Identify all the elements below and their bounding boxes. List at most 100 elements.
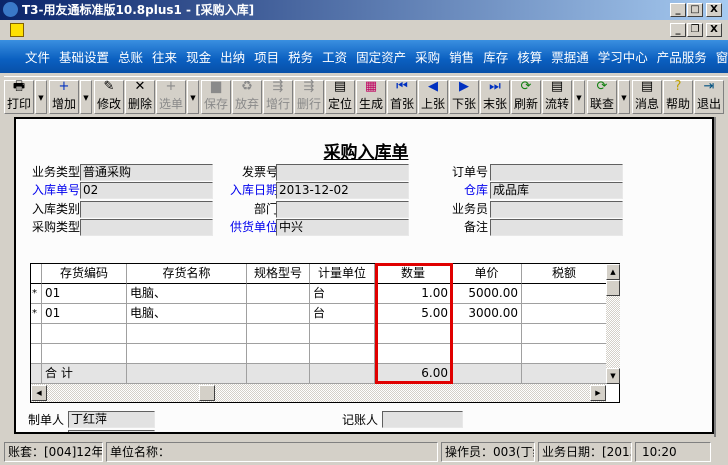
column-header[interactable]: 计量单位 [310, 264, 375, 284]
vertical-scrollbar[interactable]: ▲ ▼ [606, 264, 620, 384]
bookkeeper-field[interactable] [382, 411, 463, 428]
toolbar-button-11[interactable]: ⏮ 首张 [387, 79, 417, 114]
child-close-button[interactable]: X [706, 23, 722, 37]
menu-item-14[interactable]: 票据通 [551, 47, 589, 66]
menu-item-1[interactable]: 基础设置 [59, 47, 109, 66]
receipt-date-field[interactable]: 2013-12-02 [276, 182, 409, 199]
grid-cell[interactable] [522, 324, 607, 344]
receipt-cat-field[interactable] [80, 201, 213, 218]
grid-cell[interactable] [452, 344, 522, 364]
scroll-down-icon[interactable]: ▼ [606, 368, 620, 384]
scroll-up-icon[interactable]: ▲ [606, 264, 620, 280]
toolbar-button-12[interactable]: ◀ 上张 [418, 79, 448, 114]
total-cell[interactable] [522, 364, 607, 384]
row-marker[interactable] [31, 364, 42, 384]
grid-cell[interactable]: 01 [42, 304, 127, 324]
menu-item-2[interactable]: 总账 [118, 47, 143, 66]
menu-item-13[interactable]: 核算 [517, 47, 542, 66]
scroll-right-icon[interactable]: ▶ [590, 385, 606, 401]
grid-cell[interactable] [127, 344, 247, 364]
menu-item-10[interactable]: 采购 [415, 47, 440, 66]
items-grid[interactable]: 存货编码 存货名称 规格型号 计量单位 数量 单价 税额 * 01 电脑、台 1.00 5000.00… [30, 263, 620, 403]
menu-item-9[interactable]: 固定资产 [356, 47, 406, 66]
column-header[interactable]: 单价 [452, 264, 522, 284]
maximize-button[interactable]: □ [687, 3, 703, 17]
receipt-no-field[interactable]: 02 [80, 182, 213, 199]
document-icon[interactable] [10, 23, 24, 37]
vertical-scroll-thumb[interactable] [606, 280, 620, 296]
row-marker[interactable] [31, 324, 42, 344]
grid-cell[interactable] [247, 284, 310, 304]
dept-field[interactable] [276, 201, 409, 218]
dropdown-arrow-icon[interactable]: ▼ [80, 80, 92, 114]
grid-cell[interactable] [42, 344, 127, 364]
toolbar-button-4[interactable]: + 选单 [156, 79, 186, 114]
grid-cell[interactable] [522, 284, 607, 304]
menu-item-16[interactable]: 产品服务 [657, 47, 707, 66]
grid-cell[interactable] [522, 344, 607, 364]
column-header[interactable]: 规格型号 [247, 264, 310, 284]
grid-cell[interactable]: 电脑、 [127, 304, 247, 324]
menu-item-5[interactable]: 出纳 [220, 47, 245, 66]
total-cell[interactable] [247, 364, 310, 384]
grid-cell[interactable]: 电脑、 [127, 284, 247, 304]
grid-cell[interactable]: 台 [310, 284, 375, 304]
grid-cell[interactable] [310, 324, 375, 344]
biz-type-field[interactable]: 普通采购 [80, 164, 213, 181]
horizontal-scroll-thumb[interactable] [199, 385, 215, 401]
toolbar-button-14[interactable]: ⏭ 末张 [480, 79, 510, 114]
toolbar-button-10[interactable]: ▦ 生成 [356, 79, 386, 114]
dropdown-arrow-icon[interactable]: ▼ [187, 80, 199, 114]
grid-cell[interactable]: 5000.00 [452, 284, 522, 304]
menu-item-11[interactable]: 销售 [449, 47, 474, 66]
minimize-button[interactable]: _ [670, 3, 686, 17]
toolbar-button-2[interactable]: ✎ 修改 [94, 79, 124, 114]
toolbar-button-7[interactable]: ⇶ 增行 [263, 79, 293, 114]
grid-cell[interactable] [247, 304, 310, 324]
remark-field[interactable] [490, 219, 623, 236]
column-header[interactable]: 存货编码 [42, 264, 127, 284]
toolbar-button-1[interactable]: + 增加 [49, 79, 79, 114]
grid-cell[interactable] [42, 324, 127, 344]
order-no-field[interactable] [490, 164, 623, 181]
total-cell[interactable] [452, 364, 522, 384]
grid-cell[interactable]: 台 [310, 304, 375, 324]
toolbar-button-19[interactable]: ? 帮助 [663, 79, 693, 114]
menu-item-3[interactable]: 往来 [152, 47, 177, 66]
grid-cell[interactable]: 01 [42, 284, 127, 304]
menu-item-12[interactable]: 库存 [483, 47, 508, 66]
toolbar-button-9[interactable]: ▤ 定位 [325, 79, 355, 114]
menu-item-4[interactable]: 现金 [186, 47, 211, 66]
toolbar-button-20[interactable]: ⇥ 退出 [694, 79, 724, 114]
column-header[interactable]: 税额 [522, 264, 607, 284]
total-cell[interactable] [310, 364, 375, 384]
grid-cell[interactable] [127, 324, 247, 344]
supplier-field[interactable]: 中兴 [276, 219, 409, 236]
close-button[interactable]: X [706, 3, 722, 17]
grid-cell[interactable]: 3000.00 [452, 304, 522, 324]
total-cell[interactable] [127, 364, 247, 384]
grid-cell[interactable] [452, 324, 522, 344]
horizontal-scrollbar[interactable]: ◀ ▶ [31, 384, 606, 402]
warehouse-field[interactable]: 成品库 [490, 182, 623, 199]
menu-item-17[interactable]: 窗口 [716, 47, 728, 66]
child-minimize-button[interactable]: _ [670, 23, 686, 37]
grid-cell[interactable] [310, 344, 375, 364]
menu-item-15[interactable]: 学习中心 [598, 47, 648, 66]
dropdown-arrow-icon[interactable]: ▼ [35, 80, 47, 114]
maker-field[interactable]: 丁红萍 [68, 411, 155, 428]
grid-cell[interactable] [247, 324, 310, 344]
row-marker[interactable] [31, 344, 42, 364]
toolbar-button-5[interactable]: ▆ 保存 [201, 79, 231, 114]
total-cell[interactable]: 合 计 [42, 364, 127, 384]
grid-cell[interactable] [247, 344, 310, 364]
toolbar-button-18[interactable]: ▤ 消息 [632, 79, 662, 114]
scroll-left-icon[interactable]: ◀ [31, 385, 47, 401]
purchase-type-field[interactable] [80, 219, 213, 236]
dropdown-arrow-icon[interactable]: ▼ [573, 80, 585, 114]
menu-item-6[interactable]: 项目 [254, 47, 279, 66]
toolbar-button-6[interactable]: ♻ 放弃 [232, 79, 262, 114]
toolbar-button-8[interactable]: ⇶ 删行 [294, 79, 324, 114]
toolbar-button-16[interactable]: ▤ 流转 [542, 79, 572, 114]
row-marker[interactable]: * [31, 304, 42, 324]
